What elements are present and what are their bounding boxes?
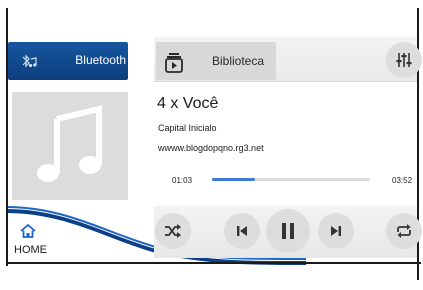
album-art — [12, 92, 128, 200]
track-artist: Capital Inicialo — [158, 123, 217, 133]
progress-fill — [212, 178, 255, 181]
total-time: 03:52 — [392, 176, 413, 185]
bluetooth-music-icon — [22, 54, 37, 68]
frame-edge-left — [6, 8, 8, 266]
home-icon — [20, 224, 36, 238]
tab-bluetooth[interactable]: Bluetooth — [8, 42, 128, 80]
tab-library[interactable]: Biblioteca — [156, 42, 276, 80]
play-pause-button[interactable] — [266, 209, 310, 253]
pause-icon — [282, 223, 294, 239]
home-label: HOME — [14, 244, 47, 256]
equalizer-button[interactable] — [386, 42, 422, 78]
repeat-icon — [397, 224, 411, 238]
previous-button[interactable] — [224, 213, 260, 249]
tab-bluetooth-label: Bluetooth — [75, 53, 126, 67]
top-bar-divider — [154, 81, 417, 82]
track-title: 4 x Você — [157, 95, 219, 112]
equalizer-icon — [396, 53, 412, 67]
home-button[interactable]: HOME — [10, 224, 60, 258]
tab-library-label: Biblioteca — [212, 54, 265, 68]
music-note-icon — [37, 105, 102, 182]
repeat-button[interactable] — [386, 213, 422, 249]
skip-previous-icon — [237, 226, 247, 236]
progress-bar[interactable] — [212, 178, 370, 181]
elapsed-time: 01:03 — [172, 176, 193, 185]
track-album: wwww.blogdopqno.rg3.net — [158, 143, 264, 153]
shuffle-icon — [165, 224, 181, 238]
next-button[interactable] — [318, 213, 354, 249]
shuffle-button[interactable] — [155, 213, 191, 249]
frame-edge-bottom — [6, 262, 421, 264]
skip-next-icon — [331, 226, 341, 236]
library-icon — [165, 53, 183, 73]
